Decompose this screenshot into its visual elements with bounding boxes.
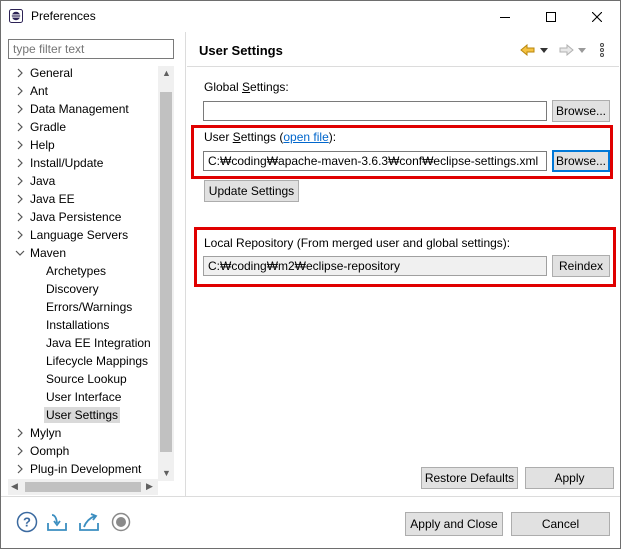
global-settings-field[interactable] — [203, 101, 547, 121]
back-arrow-icon[interactable] — [520, 44, 536, 56]
tree-item-label: Archetypes — [46, 264, 107, 278]
chevron-right-icon[interactable] — [15, 136, 25, 154]
chevron-right-icon[interactable] — [15, 118, 25, 136]
back-dropdown-icon[interactable] — [539, 45, 549, 55]
import-icon[interactable] — [46, 511, 68, 533]
tree-item-label: Plug-in Development — [30, 462, 142, 476]
scroll-up-icon[interactable]: ▲ — [162, 68, 171, 78]
page-title: User Settings — [199, 43, 283, 58]
tree-item-discovery[interactable]: Discovery — [46, 280, 99, 298]
tree-item-archetypes[interactable]: Archetypes — [46, 262, 106, 280]
more-options-icon[interactable] — [599, 43, 605, 57]
chevron-right-icon[interactable] — [15, 190, 25, 208]
tree-item-label: Ant — [30, 84, 49, 98]
apply-and-close-button[interactable]: Apply and Close — [405, 512, 503, 536]
chevron-right-icon[interactable] — [15, 226, 25, 244]
preferences-window: Preferences General Ant Data Management Gra… — [0, 0, 621, 549]
global-browse-button[interactable]: Browse... — [552, 100, 610, 122]
help-icon[interactable]: ? — [16, 511, 38, 533]
chevron-down-icon[interactable] — [15, 244, 25, 262]
tree-item-label: Lifecycle Mappings — [46, 354, 149, 368]
tree-item-label: Help — [30, 138, 55, 152]
tree-vertical-scrollbar[interactable]: ▲ ▼ — [158, 66, 174, 481]
back-nav[interactable] — [520, 41, 549, 59]
tree-vertical-scroll-thumb[interactable] — [160, 92, 172, 452]
window-title: Preferences — [31, 9, 96, 23]
chevron-right-icon[interactable] — [15, 424, 25, 442]
tree-item-user-interface[interactable]: User Interface — [46, 388, 121, 406]
restore-defaults-button[interactable]: Restore Defaults — [421, 467, 518, 489]
tree-item-label: Installations — [46, 318, 110, 332]
cancel-button[interactable]: Cancel — [511, 512, 610, 536]
tree-item-label: Language Servers — [30, 228, 129, 242]
tree-item-label: Gradle — [30, 120, 67, 134]
tree-item-label: User Settings — [44, 407, 121, 423]
tree-item-label: Java Persistence — [30, 210, 122, 224]
tree-item-errors-warnings[interactable]: Errors/Warnings — [46, 298, 132, 316]
chevron-right-icon[interactable] — [15, 154, 25, 172]
tree-item-label: Errors/Warnings — [46, 300, 133, 314]
maximize-icon — [546, 11, 556, 22]
title-bar[interactable]: Preferences — [1, 1, 620, 32]
tree-item-installations[interactable]: Installations — [46, 316, 109, 334]
export-icon[interactable] — [78, 511, 100, 533]
forward-dropdown-icon[interactable] — [577, 45, 587, 55]
chevron-right-icon[interactable] — [15, 442, 25, 460]
footer-separator — [1, 496, 620, 497]
record-icon[interactable] — [110, 511, 132, 533]
tree-item-label: General — [30, 66, 73, 80]
close-button[interactable] — [574, 1, 620, 32]
tree-item-label: Java EE Integration — [46, 336, 151, 350]
scroll-right-icon[interactable]: ▶ — [146, 481, 153, 492]
tree-item-java-ee-integration[interactable]: Java EE Integration — [46, 334, 151, 352]
tree-item-label: Install/Update — [30, 156, 104, 170]
tree-item-user-settings[interactable]: User Settings — [44, 406, 121, 424]
chevron-right-icon[interactable] — [15, 82, 25, 100]
forward-nav[interactable] — [558, 41, 587, 59]
tree-item-label: Discovery — [46, 282, 99, 296]
preference-tree: General Ant Data Management Gradle Help Insta… — [1, 64, 173, 480]
minimize-button[interactable] — [482, 1, 528, 32]
local-repository-highlight — [194, 227, 616, 287]
filter-input[interactable] — [8, 39, 174, 59]
maximize-button[interactable] — [528, 1, 574, 32]
chevron-right-icon[interactable] — [15, 64, 25, 82]
title-separator — [187, 66, 619, 67]
tree-item-label: Oomph — [30, 444, 70, 458]
svg-text:?: ? — [23, 515, 31, 530]
global-settings-label: Global Settings: — [204, 80, 289, 94]
tree-item-label: Maven — [30, 246, 67, 260]
chevron-right-icon[interactable] — [15, 100, 25, 118]
tree-horizontal-scrollbar[interactable]: ◀ ▶ — [8, 479, 158, 495]
scroll-down-icon[interactable]: ▼ — [162, 468, 171, 478]
tree-item-label: Source Lookup — [46, 372, 127, 386]
tree-item-source-lookup[interactable]: Source Lookup — [46, 370, 127, 388]
view-menu-button[interactable] — [599, 41, 605, 59]
tree-item-label: Java — [30, 174, 56, 188]
eclipse-app-icon — [9, 9, 23, 23]
forward-arrow-icon[interactable] — [558, 44, 574, 56]
tree-item-label: User Interface — [46, 390, 122, 404]
chevron-right-icon[interactable] — [15, 460, 25, 478]
tree-item-label: Mylyn — [30, 426, 62, 440]
close-icon — [592, 11, 602, 22]
tree-horizontal-scroll-thumb[interactable] — [25, 482, 141, 492]
scroll-left-icon[interactable]: ◀ — [11, 481, 18, 492]
preference-tree-pane: General Ant Data Management Gradle Help Insta… — [1, 32, 185, 496]
tree-item-lifecycle-mappings[interactable]: Lifecycle Mappings — [46, 352, 148, 370]
tree-item-label: Java EE — [30, 192, 75, 206]
chevron-right-icon[interactable] — [15, 208, 25, 226]
user-settings-highlight — [191, 125, 613, 179]
update-settings-button[interactable]: Update Settings — [204, 180, 299, 202]
tree-item-label: Data Management — [30, 102, 129, 116]
apply-button[interactable]: Apply — [525, 467, 614, 489]
pane-splitter[interactable] — [185, 32, 186, 496]
minimize-icon — [500, 16, 510, 18]
chevron-right-icon[interactable] — [15, 172, 25, 190]
